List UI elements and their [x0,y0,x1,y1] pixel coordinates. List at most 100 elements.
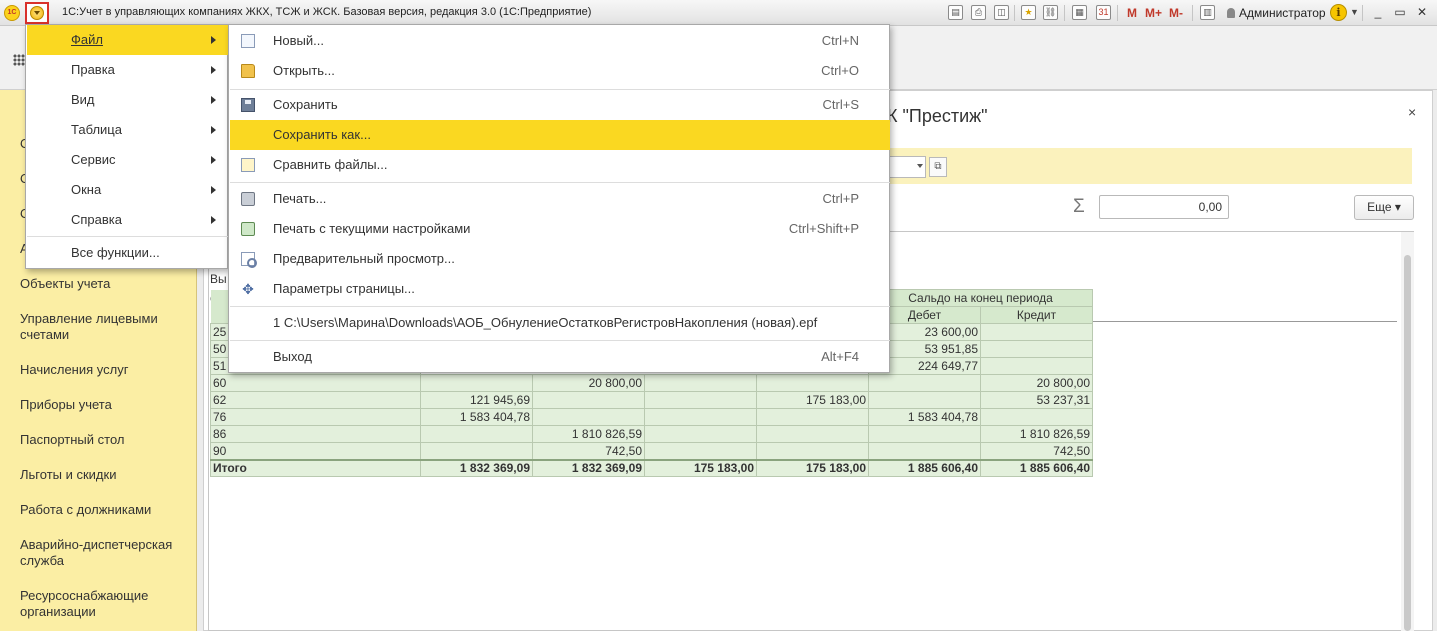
sections-grid-icon[interactable] [13,54,25,66]
file-menu-print-current[interactable]: Печать с текущими настройками Ctrl+Shift+… [230,214,890,244]
report-stub-text: Вы [210,272,227,286]
table-cell: 20 800,00 [980,374,1093,392]
menu-item-service[interactable]: Сервис [27,145,228,175]
table-cell: 742,50 [532,442,645,460]
minimize-button[interactable]: _ [1370,5,1386,19]
panels-layout-icon[interactable]: ▥ [1200,5,1215,20]
menu-item-help[interactable]: Справка [27,205,228,235]
sidebar-item-emergency[interactable]: Аварийно-диспетчерская служба [20,537,190,569]
table-cell: 1 885 606,40 [868,458,981,477]
open-icon[interactable]: ⧉ [929,157,947,177]
table-cell [868,391,981,409]
menu-item-edit[interactable]: Правка [27,55,228,85]
file-menu-save[interactable]: Сохранить Ctrl+S [230,90,890,120]
print-current-settings-icon [241,222,255,236]
table-cell: 742,50 [980,442,1093,460]
app-logo-icon: 1С [4,5,20,21]
organization-select[interactable] [888,156,926,178]
menu-item-view[interactable]: Вид [27,85,228,115]
file-menu-open[interactable]: Открыть... Ctrl+O [230,56,890,86]
column-group-header: Сальдо на конец периода [868,289,1093,307]
table-cell [756,425,869,443]
menu-item-windows[interactable]: Окна [27,175,228,205]
account-cell: 86 [210,425,421,443]
restore-button[interactable]: ▭ [1392,5,1408,19]
menu-item-label: Новый... [273,33,324,48]
calendar-icon[interactable]: 31 [1096,5,1111,20]
memory-plus-button[interactable]: M+ [1145,6,1162,20]
chevron-right-icon [211,36,216,44]
menu-item-file[interactable]: Файл [27,25,228,55]
memory-m-button[interactable]: M [1127,6,1137,20]
shortcut-label: Ctrl+Shift+P [788,221,859,236]
table-cell [420,425,533,443]
save-icon[interactable]: ▤ [948,5,963,20]
sidebar-item-meters[interactable]: Приборы учета [20,397,190,413]
print-icon[interactable]: ⎙ [971,5,986,20]
more-button[interactable]: Еще ▾ [1354,195,1414,220]
chevron-right-icon [211,186,216,194]
table-cell [868,374,981,392]
file-menu-save-as[interactable]: Сохранить как... [230,120,890,150]
file-menu-recent-file[interactable]: 1 C:\Users\Марина\Downloads\АОБ_Обнулени… [230,308,890,338]
info-dropdown-icon[interactable]: ▼ [1350,7,1359,17]
table-cell: 175 183,00 [644,458,757,477]
sidebar-item-charges[interactable]: Начисления услуг [20,362,190,378]
sidebar-item-benefits[interactable]: Льготы и скидки [20,467,190,483]
sum-field[interactable]: 0,00 [1099,195,1229,219]
table-cell: 53 237,31 [980,391,1093,409]
table-row: 90 742,50 742,50 [210,442,1093,460]
table-cell [532,408,645,426]
divider [1090,321,1397,322]
table-cell: 175 183,00 [756,458,869,477]
menu-item-label: Сервис [71,152,116,167]
open-folder-icon [241,64,255,78]
table-cell [756,374,869,392]
sidebar-item-debtors[interactable]: Работа с должниками [20,502,190,518]
file-menu-print[interactable]: Печать... Ctrl+P [230,184,890,214]
sidebar-item-passport[interactable]: Паспортный стол [20,432,190,448]
chevron-right-icon [211,66,216,74]
sidebar-item-objects[interactable]: Объекты учета [20,276,190,292]
total-row: Итого 1 832 369,09 1 832 369,09 175 183,… [210,458,1093,477]
window-title: 1С:Учет в управляющих компаниях ЖКХ, ТСЖ… [62,6,592,18]
current-user[interactable]: Администратор [1239,6,1326,20]
file-menu-compare[interactable]: Сравнить файлы... [230,150,890,180]
table-cell: 121 945,69 [420,391,533,409]
info-icon[interactable]: i [1330,4,1347,21]
file-menu-page-setup[interactable]: ✥ Параметры страницы... [230,274,890,304]
file-menu-exit[interactable]: Выход Alt+F4 [230,342,890,372]
link-icon[interactable]: ⛓ [1043,5,1058,20]
memory-minus-button[interactable]: M- [1169,6,1183,20]
table-row: 60 20 800,00 20 800,00 [210,374,1093,392]
scrollbar-thumb[interactable] [1404,255,1411,631]
menu-item-label: Предварительный просмотр... [273,251,455,266]
shortcut-label: Alt+F4 [821,349,859,364]
close-icon[interactable]: × [1408,104,1416,120]
account-cell: 62 [210,391,421,409]
menu-item-label: Параметры страницы... [273,281,415,296]
close-window-button[interactable]: ✕ [1414,5,1430,19]
save-disk-icon [241,98,255,112]
sidebar-item-suppliers[interactable]: Ресурсоснабжающие организации [20,588,190,620]
chevron-down-icon[interactable] [917,164,923,168]
menu-item-table[interactable]: Таблица [27,115,228,145]
file-menu-preview[interactable]: Предварительный просмотр... [230,244,890,274]
calculator-icon[interactable]: ▦ [1072,5,1087,20]
table-cell [644,408,757,426]
main-menu-button[interactable] [25,2,49,24]
table-cell [644,391,757,409]
sidebar-item-accounts[interactable]: Управление лицевыми счетами [20,311,190,343]
file-menu-new[interactable]: Новый... Ctrl+N [230,26,890,56]
preview-icon[interactable]: ◫ [994,5,1009,20]
menu-item-label: Печать... [273,191,327,206]
account-cell: 60 [210,374,421,392]
table-cell: 20 800,00 [532,374,645,392]
menu-item-all-functions[interactable]: Все функции... [27,238,228,268]
divider [230,182,890,183]
page-title: К "Престиж" [887,106,988,126]
account-cell: 76 [210,408,421,426]
menu-item-label: Сравнить файлы... [273,157,388,172]
table-cell [644,374,757,392]
favorite-star-icon[interactable]: ★ [1021,5,1036,20]
